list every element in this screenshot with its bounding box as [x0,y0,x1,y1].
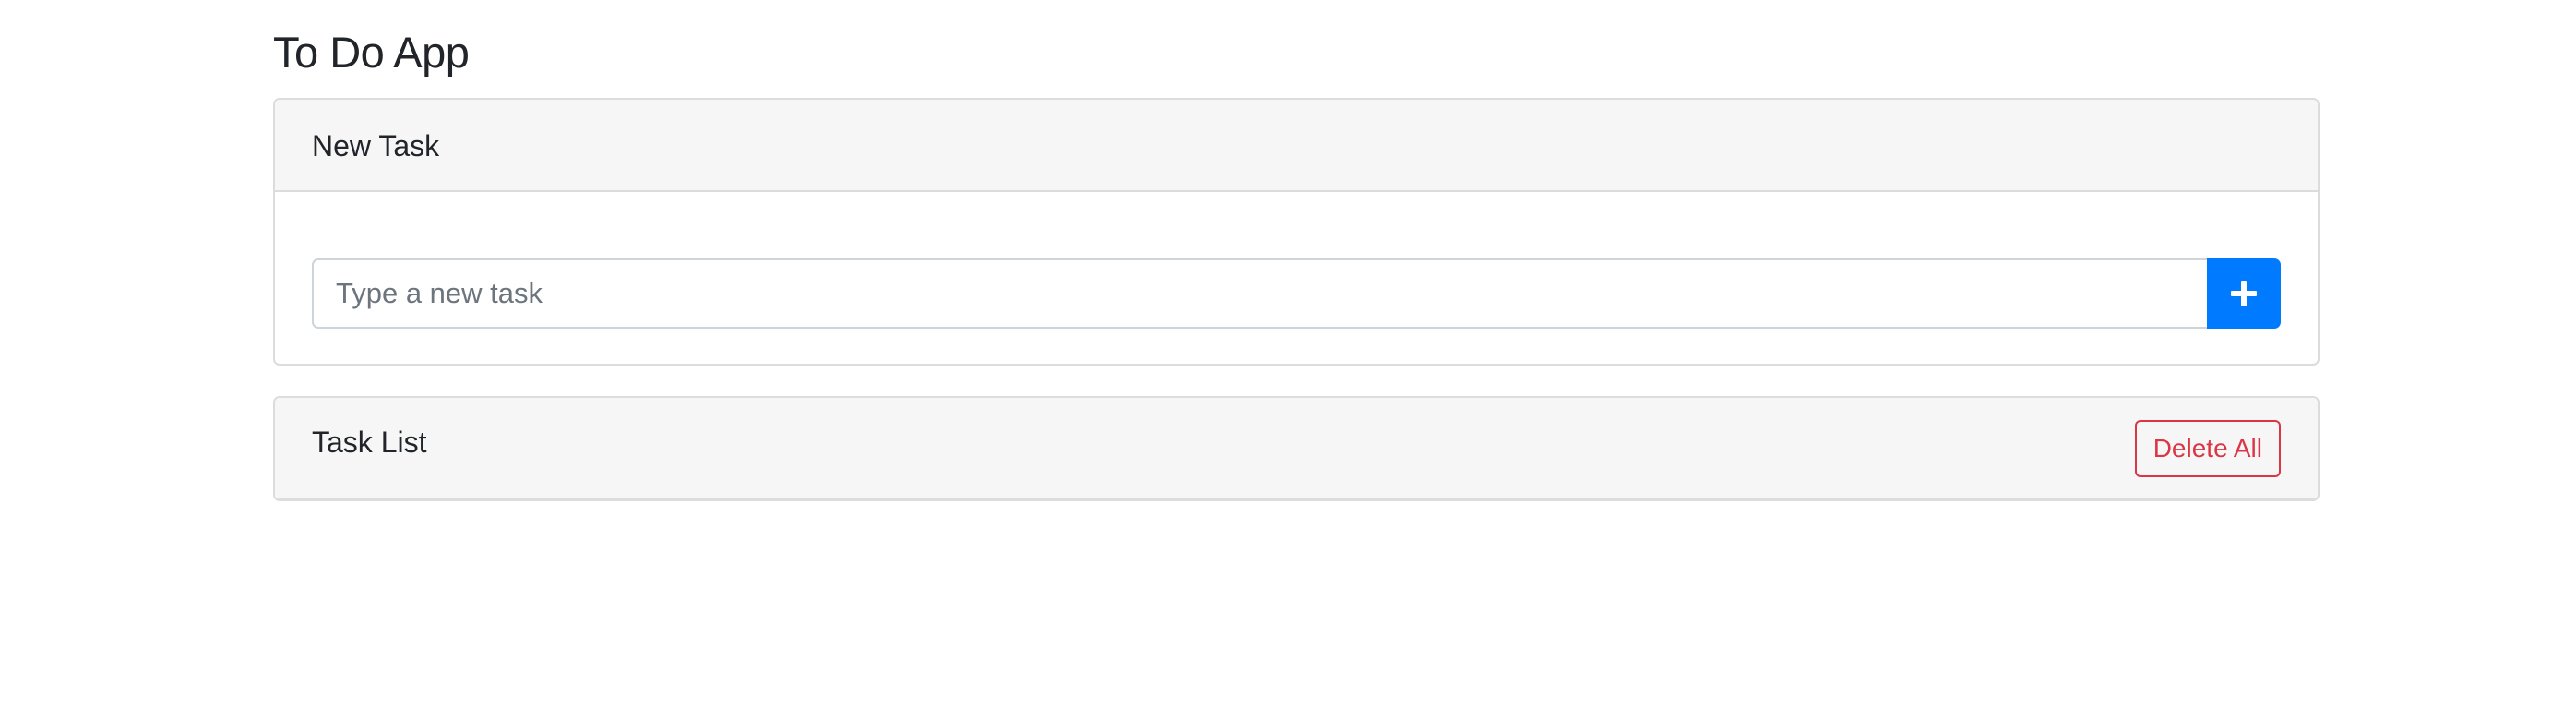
task-list-card: Task List Delete All [273,396,2320,501]
new-task-card-body [275,192,2318,364]
new-task-input-group [312,258,2281,329]
plus-icon [2231,281,2257,306]
new-task-card-header: New Task [275,100,2318,192]
add-task-button[interactable] [2207,258,2281,329]
task-list-heading: Task List [312,426,427,459]
task-list-card-header: Task List Delete All [275,398,2318,499]
new-task-input[interactable] [312,258,2207,329]
app-container: To Do App New Task Task List Delete All [273,0,2320,501]
page-title: To Do App [273,28,470,77]
new-task-heading: New Task [312,129,440,162]
delete-all-button[interactable]: Delete All [2134,420,2281,477]
new-task-card: New Task [273,98,2320,366]
